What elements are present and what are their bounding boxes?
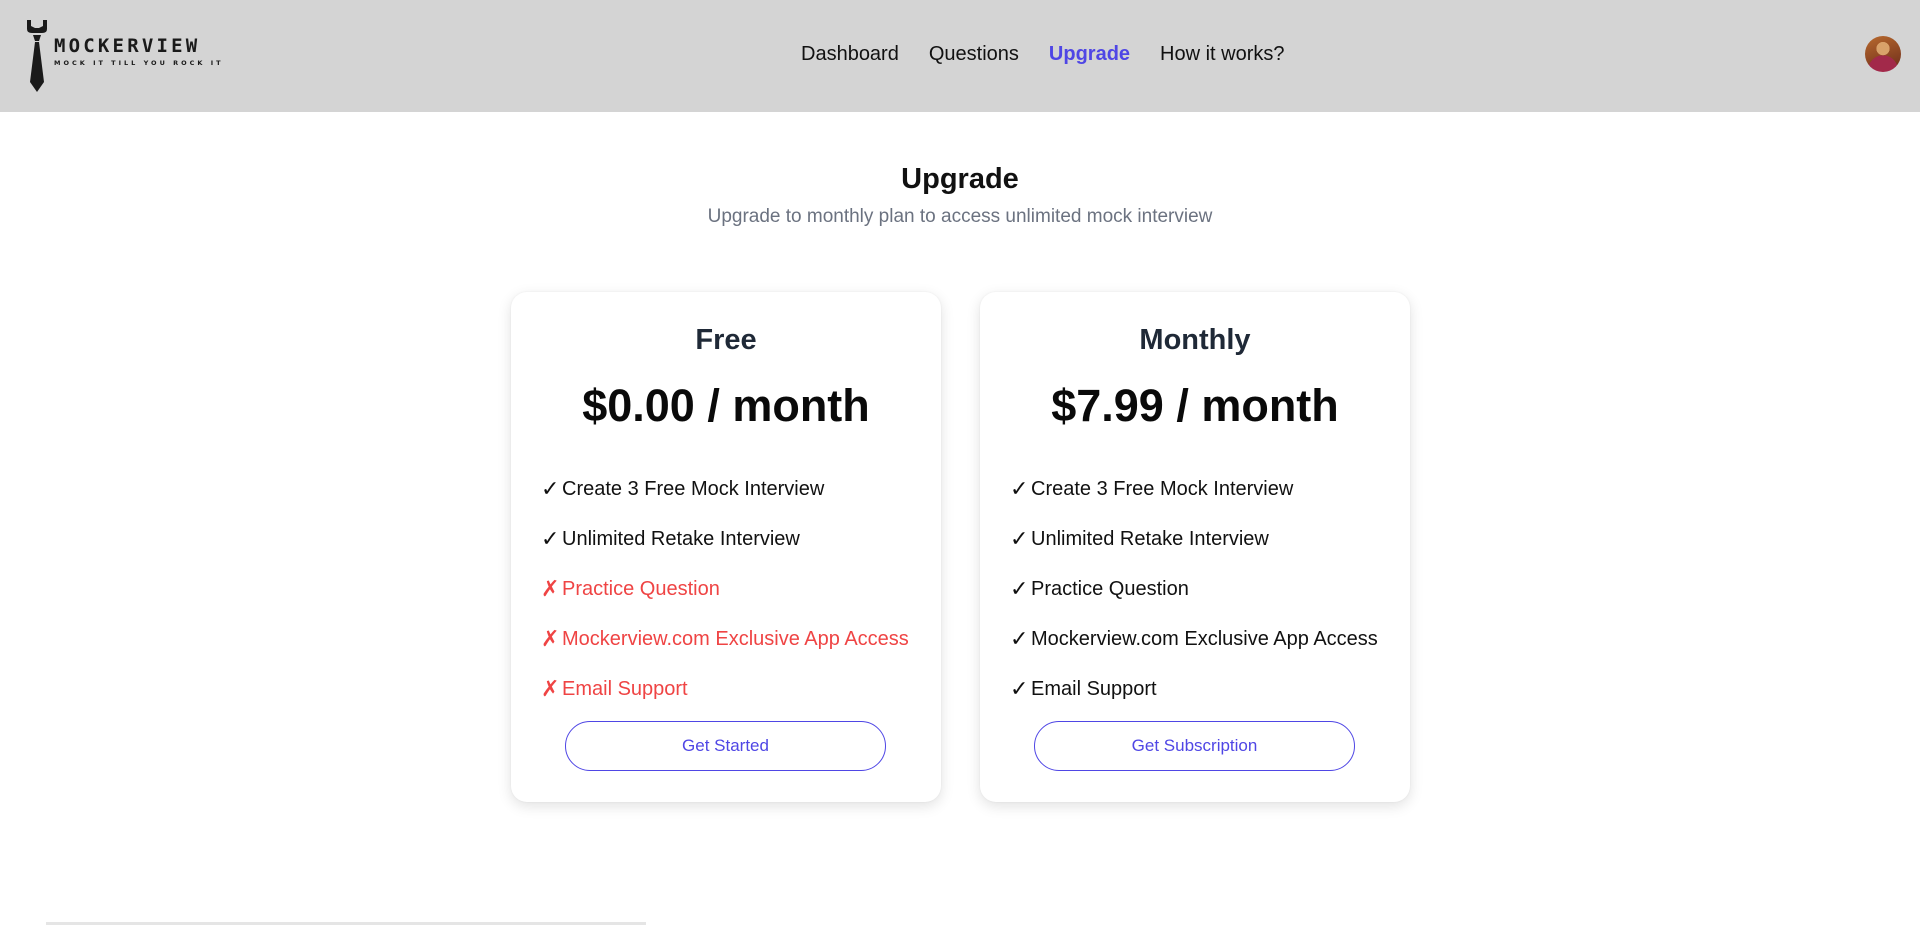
top-header: MOCKERVIEW MOCK IT TILL YOU ROCK IT Dash… [0, 0, 1920, 112]
feature-label: Practice Question [1031, 577, 1189, 600]
feature-item: ✗ Email Support [541, 664, 909, 714]
feature-label: Unlimited Retake Interview [562, 527, 800, 550]
check-icon: ✓ [1010, 476, 1029, 501]
feature-label: Email Support [1031, 677, 1157, 700]
plan-card-free: Free $0.00 / month ✓ Create 3 Free Mock … [511, 292, 941, 802]
feature-item: ✓ Mockerview.com Exclusive App Access [1010, 614, 1378, 664]
main-nav: Dashboard Questions Upgrade How it works… [801, 42, 1315, 66]
feature-label: Create 3 Free Mock Interview [1031, 477, 1294, 500]
user-avatar[interactable] [1865, 36, 1901, 72]
cross-icon: ✗ [541, 676, 560, 701]
cross-icon: ✗ [541, 626, 560, 651]
plan-price: $0.00 / month [582, 380, 870, 431]
feature-label: Create 3 Free Mock Interview [562, 477, 825, 500]
feature-item: ✗ Practice Question [541, 564, 909, 614]
feature-label: Practice Question [562, 577, 720, 600]
feature-item: ✓ Practice Question [1010, 564, 1378, 614]
feature-item: ✓ Unlimited Retake Interview [1010, 514, 1378, 564]
feature-label: Mockerview.com Exclusive App Access [562, 627, 909, 650]
feature-list: ✓ Create 3 Free Mock Interview ✓ Unlimit… [541, 464, 909, 714]
check-icon: ✓ [541, 526, 560, 551]
brand-name: MOCKERVIEW [54, 35, 201, 57]
nav-item-upgrade[interactable]: Upgrade [1049, 42, 1130, 66]
feature-label: Email Support [562, 677, 688, 700]
logo-text: MOCKERVIEW MOCK IT TILL YOU ROCK IT [54, 36, 224, 67]
check-icon: ✓ [541, 476, 560, 501]
page-title: Upgrade [901, 163, 1019, 195]
feature-item: ✓ Unlimited Retake Interview [541, 514, 909, 564]
plan-card-monthly: Monthly $7.99 / month ✓ Create 3 Free Mo… [980, 292, 1410, 802]
feature-item: ✓ Create 3 Free Mock Interview [1010, 464, 1378, 514]
feature-label: Mockerview.com Exclusive App Access [1031, 627, 1378, 650]
necktie-wrench-icon [27, 20, 47, 92]
get-subscription-button[interactable]: Get Subscription [1034, 721, 1355, 771]
check-icon: ✓ [1010, 576, 1029, 601]
nav-item-questions[interactable]: Questions [929, 42, 1019, 66]
brand-tagline: MOCK IT TILL YOU ROCK IT [54, 59, 224, 67]
brand-logo[interactable]: MOCKERVIEW MOCK IT TILL YOU ROCK IT [24, 20, 224, 92]
get-started-button[interactable]: Get Started [565, 721, 886, 771]
check-icon: ✓ [1010, 526, 1029, 551]
plan-price: $7.99 / month [1051, 380, 1339, 431]
feature-item: ✗ Mockerview.com Exclusive App Access [541, 614, 909, 664]
page-subtitle: Upgrade to monthly plan to access unlimi… [707, 206, 1213, 227]
feature-item: ✓ Email Support [1010, 664, 1378, 714]
check-icon: ✓ [1010, 626, 1029, 651]
nav-item-dashboard[interactable]: Dashboard [801, 42, 899, 66]
feature-item: ✓ Create 3 Free Mock Interview [541, 464, 909, 514]
check-icon: ✓ [1010, 676, 1029, 701]
plan-name: Free [695, 324, 757, 356]
nav-item-how-it-works[interactable]: How it works? [1160, 42, 1284, 66]
feature-list: ✓ Create 3 Free Mock Interview ✓ Unlimit… [1010, 464, 1378, 714]
plan-name: Monthly [1139, 324, 1251, 356]
feature-label: Unlimited Retake Interview [1031, 527, 1269, 550]
cross-icon: ✗ [541, 576, 560, 601]
